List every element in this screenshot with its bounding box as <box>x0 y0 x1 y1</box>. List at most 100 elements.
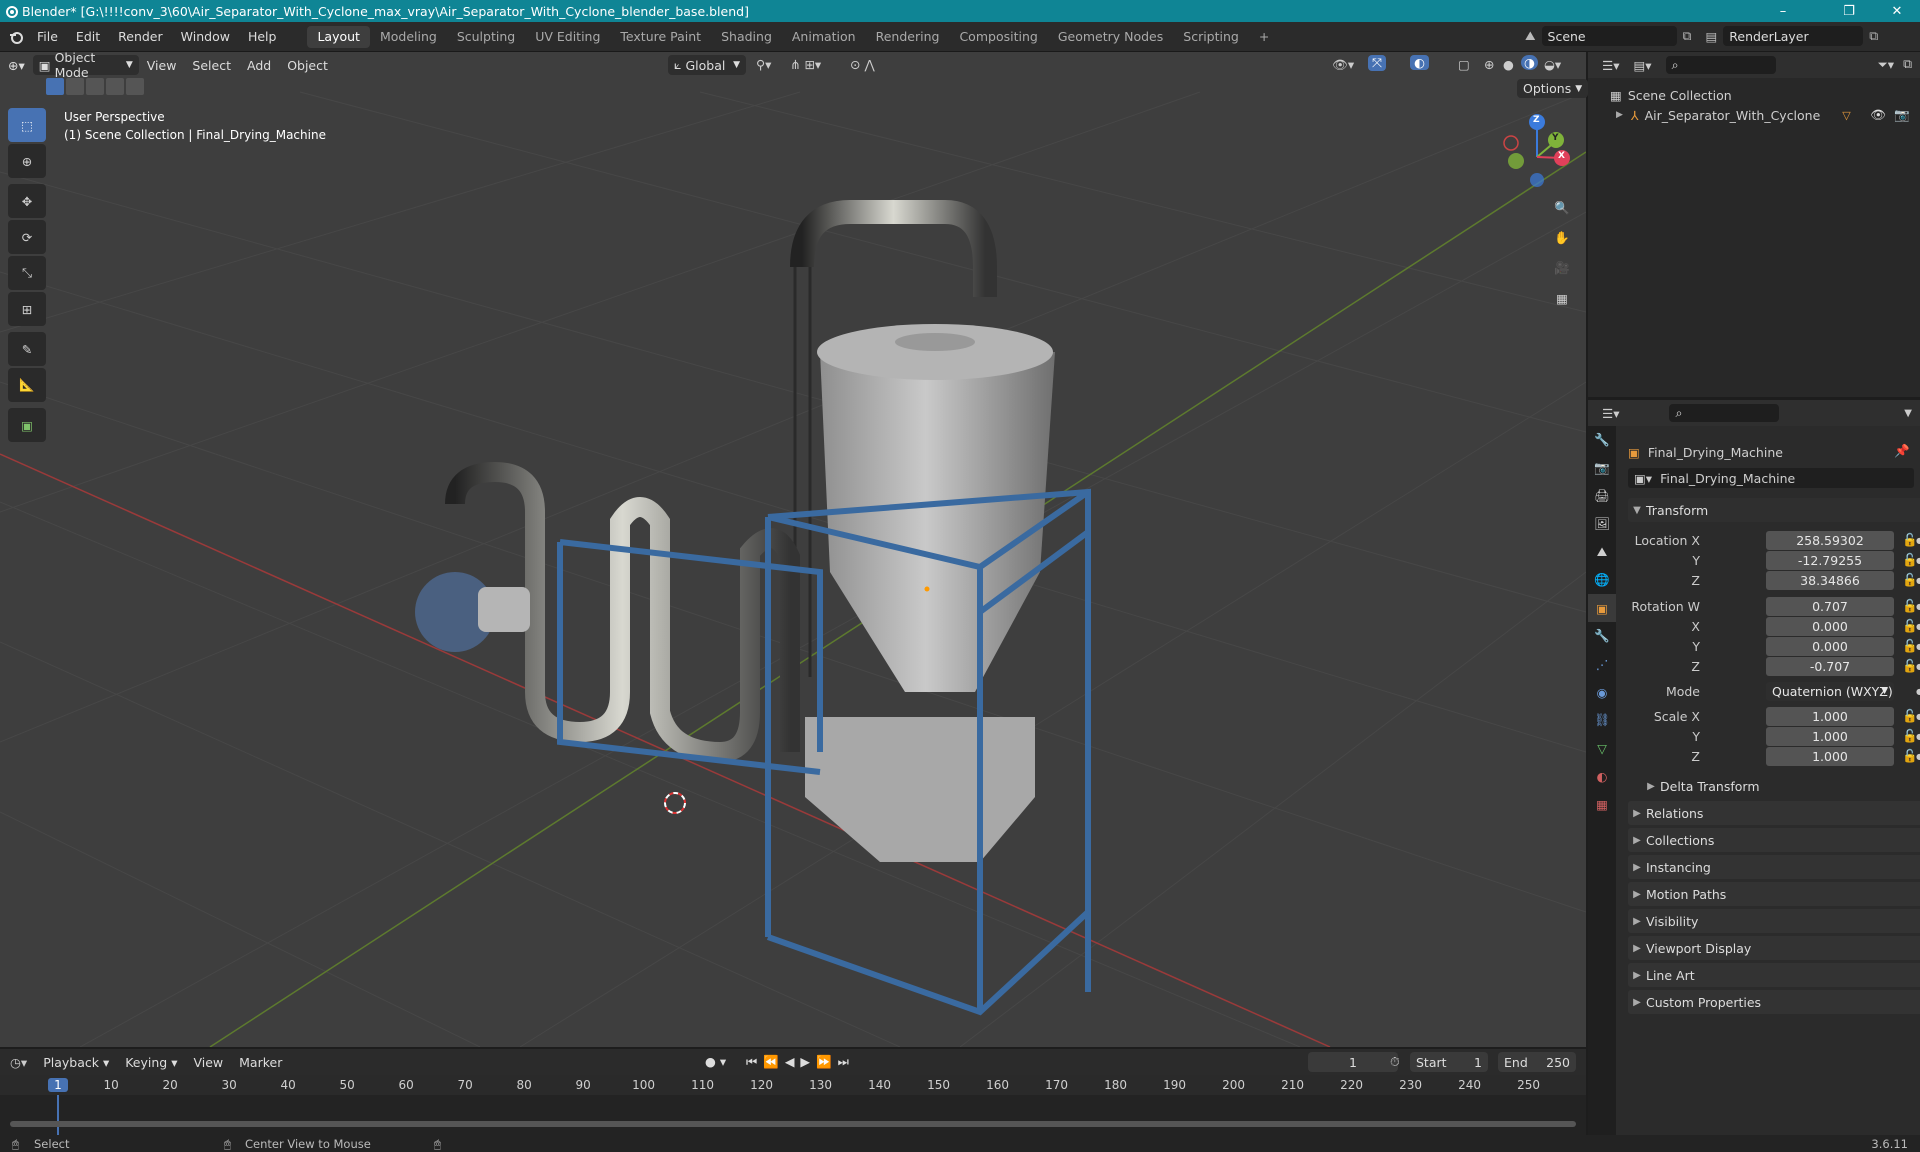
scale-x-field[interactable]: 1.000 <box>1766 706 1894 726</box>
select-extend-icon[interactable] <box>66 78 84 95</box>
transform-tool[interactable]: ⊞ <box>8 292 46 326</box>
physics-tab-icon[interactable]: ◉ <box>1588 678 1616 706</box>
gizmo-toggle-icon[interactable]: ⤧ <box>1368 55 1387 71</box>
keyframe-dot-icon[interactable]: ● <box>1916 687 1920 696</box>
select-box-tool[interactable]: ⬚ <box>8 108 46 142</box>
expand-arrow-icon[interactable]: ▶ <box>1616 110 1623 120</box>
tab-compositing[interactable]: Compositing <box>949 26 1047 48</box>
viewport-menu-add[interactable]: Add <box>239 58 279 73</box>
keyframe-dot-icon[interactable]: ● <box>1916 712 1920 721</box>
outliner-search-input[interactable]: ⌕ <box>1665 56 1776 74</box>
3d-viewport[interactable]: Z Y X User Perspective (1) Scene Collect… <box>0 52 1586 1047</box>
new-scene-icon[interactable]: ⧉ <box>1683 28 1692 44</box>
object-tab-icon[interactable]: ▣ <box>1588 594 1616 622</box>
display-mode-icon[interactable]: ▤▾ <box>1633 58 1651 73</box>
rotation-y-field[interactable]: 0.000 <box>1766 636 1894 656</box>
camera-render-icon[interactable]: 📷 <box>1894 107 1910 123</box>
object-datablock-field[interactable]: ▣▾ Final_Drying_Machine <box>1628 468 1914 488</box>
tab-sculpting[interactable]: Sculpting <box>447 26 525 48</box>
rotation-mode-dropdown[interactable]: Quaternion (WXYZ) ▼ <box>1766 681 1894 701</box>
playback-menu[interactable]: Playback ▾ <box>35 1055 117 1070</box>
blender-menu-icon[interactable] <box>8 29 24 45</box>
measure-tool[interactable]: 📐 <box>8 368 46 402</box>
mode-selector[interactable]: ▣ Object Mode ▼ <box>32 50 139 80</box>
scale-tool[interactable]: ⤡ <box>8 256 46 290</box>
pin-icon[interactable]: 📌 <box>1894 443 1910 459</box>
eye-icon[interactable]: 👁 <box>1870 107 1886 123</box>
visibility-selector-icon[interactable]: 👁▾ <box>1332 57 1354 73</box>
keyframe-dot-icon[interactable]: ● <box>1916 752 1920 761</box>
rotate-tool[interactable]: ⟳ <box>8 220 46 254</box>
filter-icon[interactable]: ⏷▾ <box>1878 57 1894 73</box>
add-workspace-icon[interactable]: + <box>1249 26 1279 48</box>
pivot-point-icon[interactable]: ⚲▾ <box>756 57 771 72</box>
scene-icon[interactable]: ⛰ <box>1525 28 1536 44</box>
add-cube-tool[interactable]: ▣ <box>8 408 46 442</box>
keying-menu[interactable]: Keying ▾ <box>117 1055 185 1070</box>
record-icon[interactable]: ● ▾ <box>705 1054 726 1069</box>
move-tool[interactable]: ✥ <box>8 184 46 218</box>
tab-uv-editing[interactable]: UV Editing <box>525 26 610 48</box>
marker-menu[interactable]: Marker <box>231 1055 290 1070</box>
data-tab-icon[interactable]: ▽ <box>1588 734 1616 762</box>
render-layer-icon[interactable]: ▤ <box>1705 29 1717 44</box>
transform-orientation-selector[interactable]: ⟀ Global ▼ <box>668 55 746 75</box>
rendered-shading-icon[interactable]: ◒▾ <box>1544 57 1561 72</box>
timeline-view-menu[interactable]: View <box>185 1055 231 1070</box>
tool-tab-icon[interactable]: 🔧 <box>1588 426 1616 454</box>
properties-search-input[interactable]: ⌕ <box>1669 404 1780 422</box>
world-tab-icon[interactable]: 🌐 <box>1588 566 1616 594</box>
keyframe-dot-icon[interactable]: ● <box>1916 732 1920 741</box>
end-frame-field[interactable]: End 250 <box>1498 1052 1576 1072</box>
instancing-panel[interactable]: ▶ Instancing <box>1628 855 1920 879</box>
scale-y-field[interactable]: 1.000 <box>1766 726 1894 746</box>
output-tab-icon[interactable]: 🖨 <box>1588 482 1616 510</box>
tab-layout[interactable]: Layout <box>307 25 370 48</box>
texture-tab-icon[interactable]: ▦ <box>1588 790 1616 818</box>
line-art-panel[interactable]: ▶ Line Art <box>1628 963 1920 987</box>
tab-shading[interactable]: Shading <box>711 26 782 48</box>
menu-help[interactable]: Help <box>239 29 286 44</box>
visibility-panel[interactable]: ▶ Visibility <box>1628 909 1920 933</box>
select-invert-icon[interactable] <box>106 78 124 95</box>
keyframe-dot-icon[interactable]: ● <box>1916 576 1920 585</box>
rotation-w-field[interactable]: 0.707 <box>1766 596 1894 616</box>
keyframe-dot-icon[interactable]: ● <box>1916 602 1920 611</box>
outliner-editor-icon[interactable]: ☰▾ <box>1602 58 1619 73</box>
current-frame-field[interactable]: 1 <box>1308 1052 1398 1072</box>
viewport-menu-view[interactable]: View <box>139 58 185 73</box>
collections-panel[interactable]: ▶ Collections <box>1628 828 1920 852</box>
location-z-field[interactable]: 38.34866 <box>1766 570 1894 590</box>
frame-ruler[interactable]: 1 10 20 30 40 50 60 70 80 90 100 110 120 130 140 150 160… <box>0 1075 1586 1095</box>
new-collection-icon[interactable]: ⧉ <box>1903 56 1912 72</box>
playhead-line[interactable] <box>57 1095 59 1135</box>
properties-editor-icon[interactable]: ☰▾ <box>1602 406 1619 421</box>
menu-edit[interactable]: Edit <box>67 29 109 44</box>
select-intersect-icon[interactable] <box>126 78 144 95</box>
scale-z-field[interactable]: 1.000 <box>1766 746 1894 766</box>
constraints-tab-icon[interactable]: ⛓ <box>1588 706 1616 734</box>
solid-shading-icon[interactable]: ● <box>1503 57 1514 72</box>
location-y-field[interactable]: -12.79255 <box>1766 550 1894 570</box>
scene-selector[interactable]: Scene <box>1541 26 1677 46</box>
close-button[interactable]: ✕ <box>1874 0 1920 22</box>
timeline-editor-icon[interactable]: ◷▾ <box>10 1055 27 1070</box>
location-x-field[interactable]: 258.59302 <box>1766 530 1894 550</box>
chevron-down-icon[interactable]: ▼ <box>1904 408 1912 419</box>
outliner-row-scene-collection[interactable]: ▦ Scene Collection <box>1588 85 1920 105</box>
view-layer-tab-icon[interactable]: 🖼 <box>1588 510 1616 538</box>
cursor-tool[interactable]: ⊕ <box>8 144 46 178</box>
transform-panel-header[interactable]: ▼ Transform <box>1628 498 1920 522</box>
custom-properties-panel[interactable]: ▶ Custom Properties <box>1628 990 1920 1014</box>
keyframe-dot-icon[interactable]: ● <box>1916 622 1920 631</box>
tab-animation[interactable]: Animation <box>782 26 866 48</box>
tab-scripting[interactable]: Scripting <box>1173 26 1249 48</box>
stopwatch-icon[interactable]: ⏱ <box>1390 1054 1400 1070</box>
delta-transform-subpanel[interactable]: ▶ Delta Transform <box>1642 774 1920 798</box>
wireframe-shading-icon[interactable]: ⊕ <box>1484 57 1494 72</box>
select-new-icon[interactable] <box>46 78 64 95</box>
rotation-x-field[interactable]: 0.000 <box>1766 616 1894 636</box>
keyframe-dot-icon[interactable]: ● <box>1916 536 1920 545</box>
maximize-button[interactable]: ❐ <box>1826 0 1872 22</box>
menu-window[interactable]: Window <box>172 29 239 44</box>
